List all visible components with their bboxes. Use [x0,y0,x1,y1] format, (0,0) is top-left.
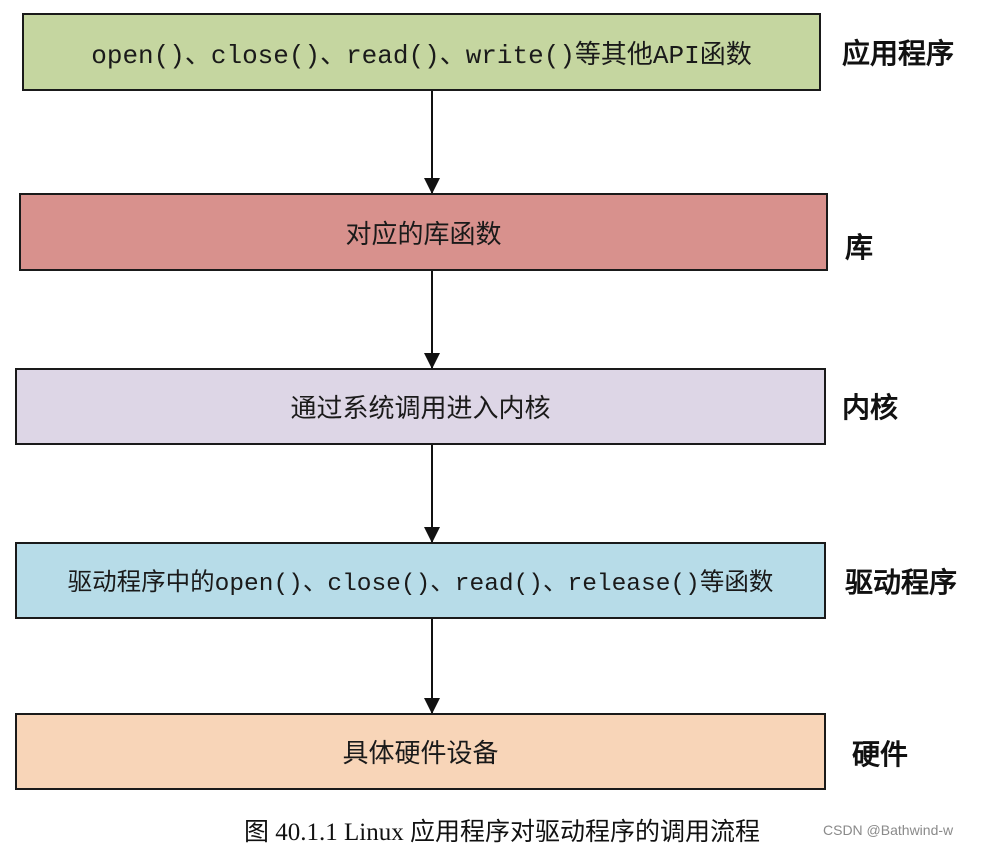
arrow-driver-to-hardware [424,619,440,714]
figure-caption: 图 40.1.1 Linux 应用程序对驱动程序的调用流程 [244,819,760,846]
kernel-syscall-text: 通过系统调用进入内核 [290,394,551,424]
library-function-box: 对应的库函数 [19,193,828,271]
layer-label-application: 应用程序 [842,37,955,70]
hardware-device-text: 具体硬件设备 [342,739,499,769]
arrow-app-to-library [424,91,440,194]
hardware-device-box: 具体硬件设备 [15,713,826,790]
application-api-text: open()、close()、read()、write()等其他API函数 [91,40,752,71]
watermark: CSDN @Bathwind-w [823,822,954,838]
arrow-kernel-to-driver [424,445,440,543]
driver-function-box: 驱动程序中的open()、close()、read()、release()等函数 [15,542,826,619]
kernel-syscall-box: 通过系统调用进入内核 [15,368,826,445]
application-api-box: open()、close()、read()、write()等其他API函数 [22,13,821,91]
layer-label-kernel: 内核 [842,391,899,424]
layer-label-driver: 驱动程序 [845,566,958,599]
layer-label-hardware: 硬件 [852,738,909,771]
layer-label-library: 库 [845,231,874,264]
driver-function-text: 驱动程序中的open()、close()、read()、release()等函数 [67,571,774,598]
library-function-text: 对应的库函数 [345,219,502,250]
arrow-library-to-kernel [424,271,440,369]
